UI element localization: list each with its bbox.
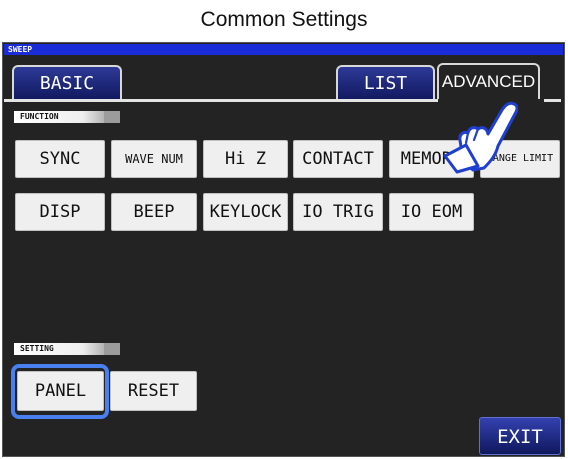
window-title: Common Settings — [200, 8, 368, 31]
hi-z-button[interactable]: Hi Z — [203, 140, 288, 178]
keylock-button[interactable]: KEYLOCK — [203, 193, 288, 231]
beep-button[interactable]: BEEP — [111, 193, 197, 231]
tab-advanced[interactable]: ADVANCED — [437, 63, 540, 102]
sync-button[interactable]: SYNC — [15, 140, 105, 178]
disp-button[interactable]: DISP — [15, 193, 105, 231]
reset-button[interactable]: RESET — [110, 371, 197, 411]
io-trig-button[interactable]: IO TRIG — [293, 193, 383, 231]
hand-pointer-icon — [443, 101, 518, 174]
function-section-header: FUNCTION — [14, 111, 120, 123]
wave-num-button[interactable]: WAVE NUM — [111, 140, 197, 178]
contact-button[interactable]: CONTACT — [293, 140, 383, 178]
function-section-label: FUNCTION — [20, 112, 59, 121]
setting-section-header: SETTING — [14, 343, 120, 355]
tab-list[interactable]: LIST — [336, 65, 435, 101]
exit-button[interactable]: EXIT — [479, 417, 561, 455]
io-eom-button[interactable]: IO EOM — [389, 193, 474, 231]
panel-highlight — [11, 364, 109, 419]
breadcrumb: SWEEP — [4, 44, 563, 55]
setting-section-label: SETTING — [20, 344, 54, 353]
tab-basic[interactable]: BASIC — [12, 65, 122, 101]
